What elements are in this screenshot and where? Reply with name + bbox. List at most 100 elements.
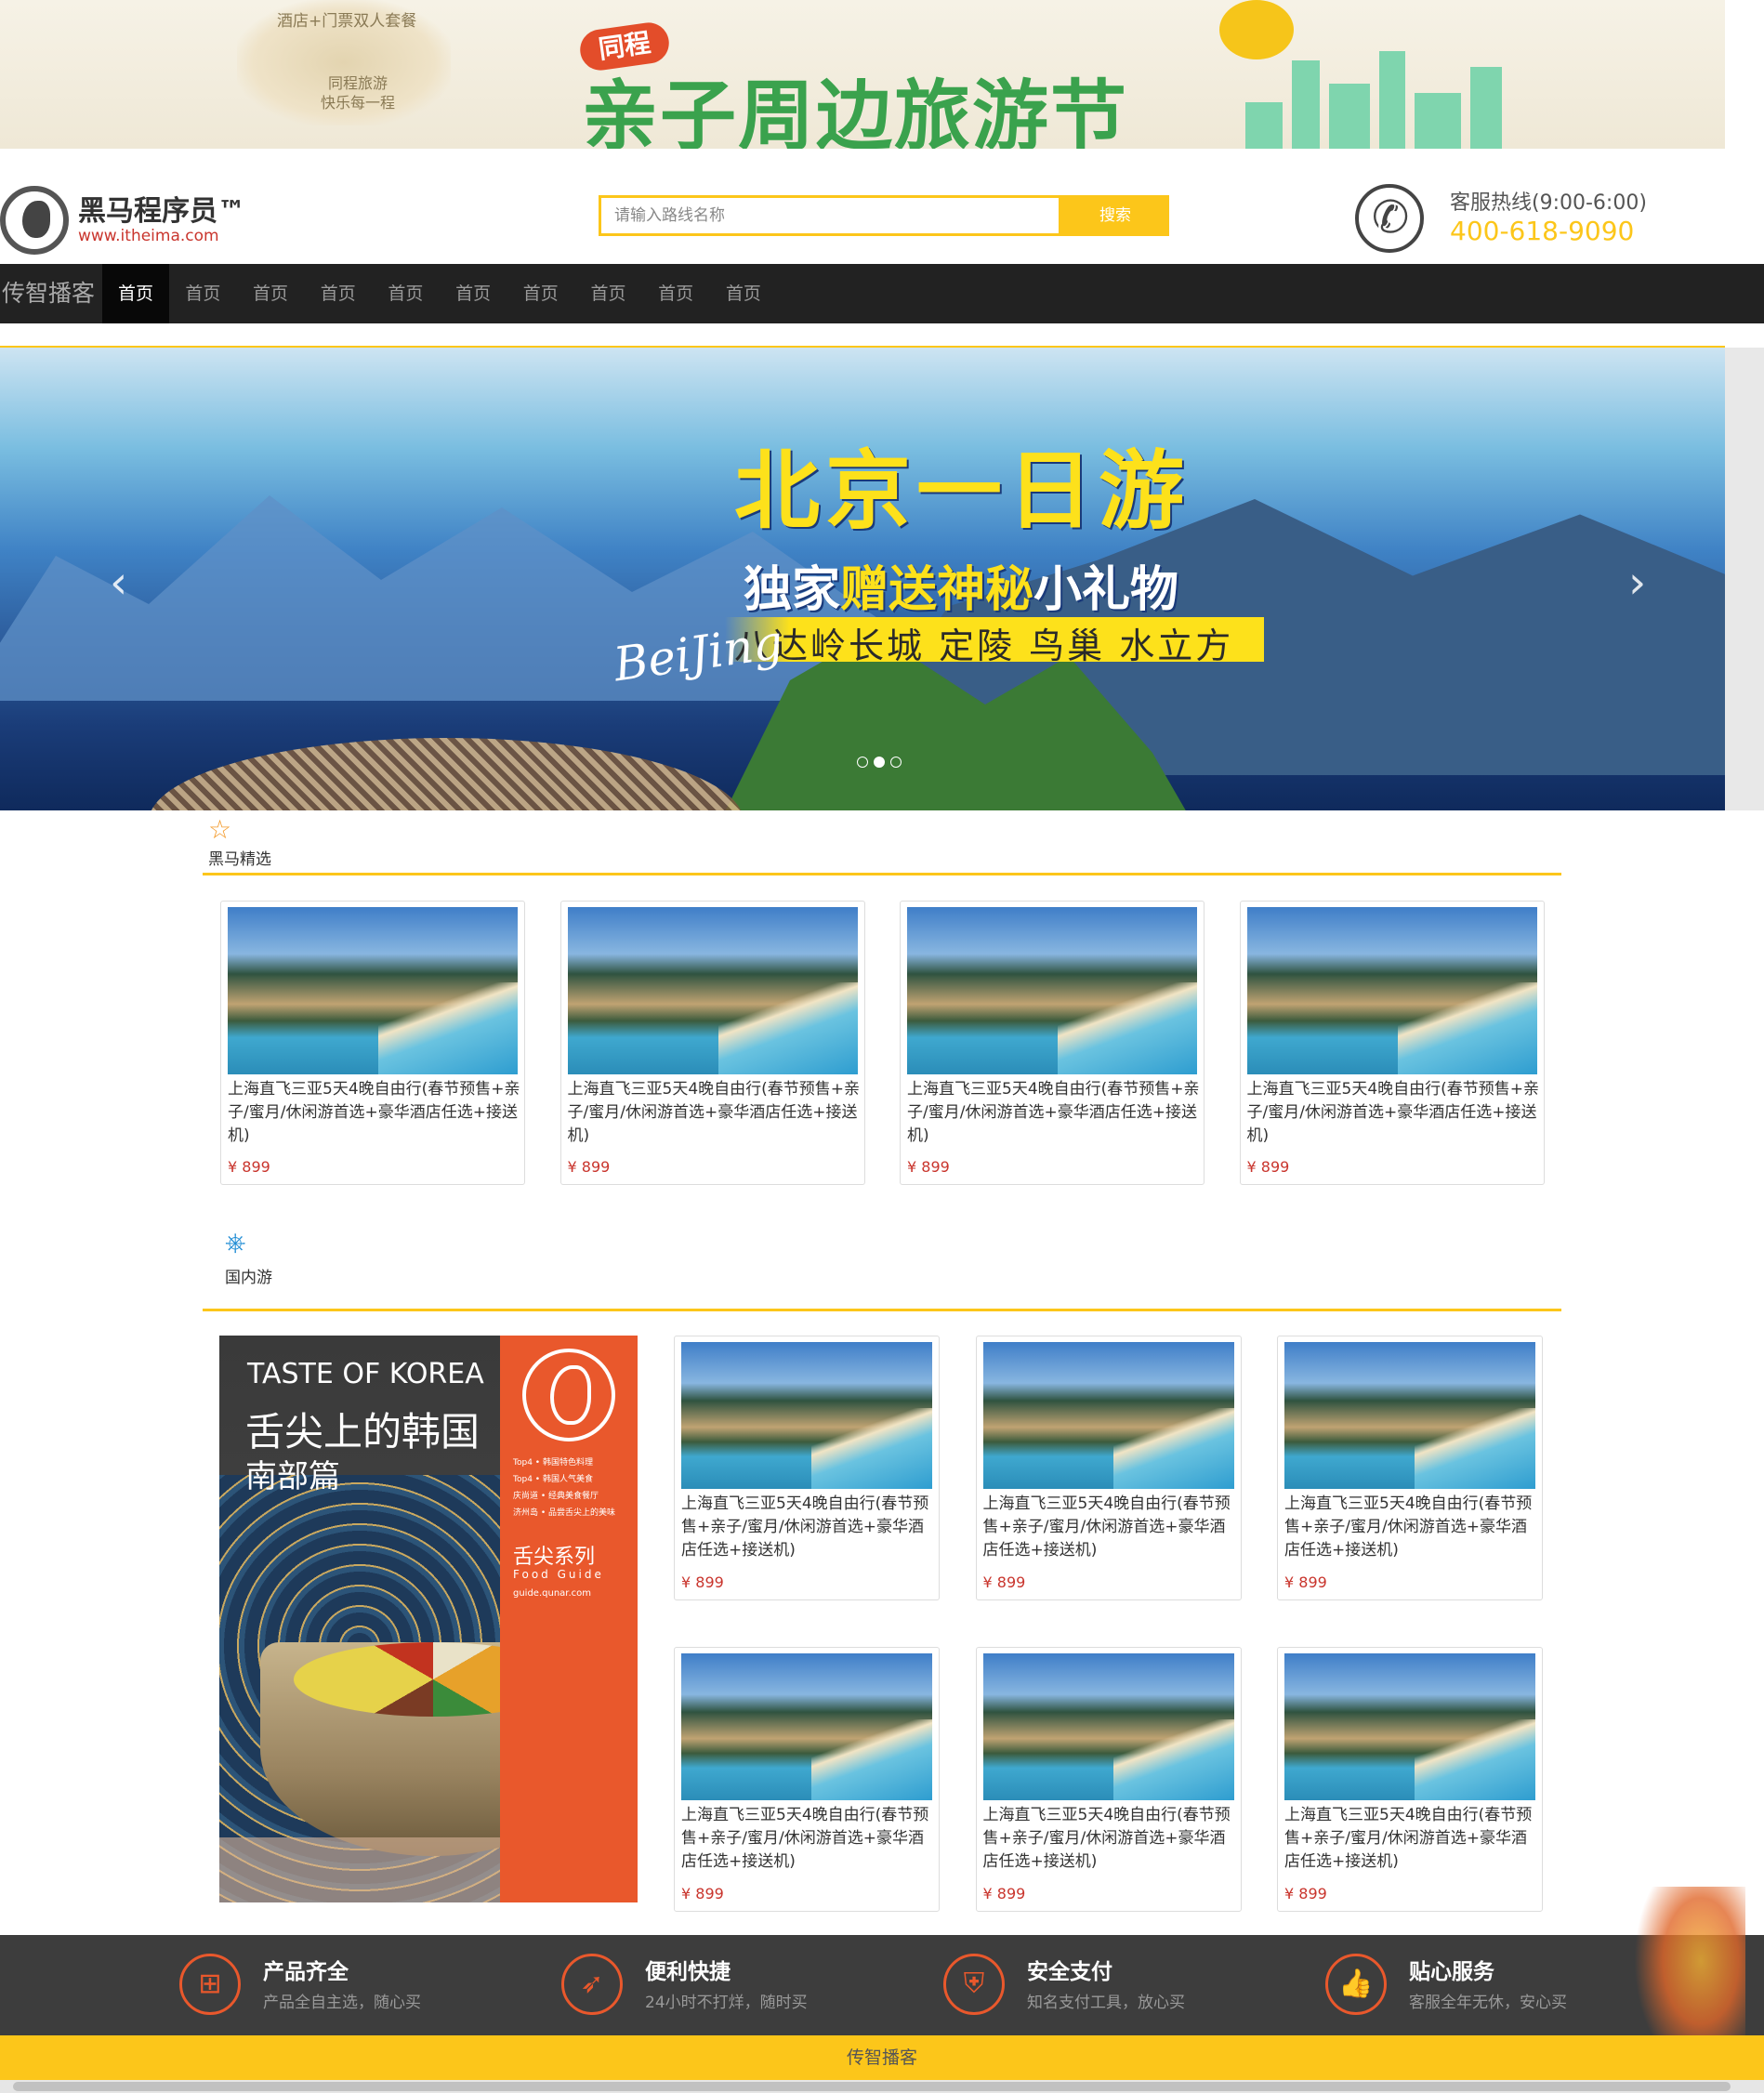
section-header-domestic: ⎈ 国内游	[203, 1223, 1561, 1311]
service-strip: ⊞ 产品齐全 产品全自主选，随心买 ➶ 便利快捷 24小时不打烊，随时买 ⛨ 安全支付 知名支付…	[0, 1935, 1764, 2035]
hero-subtitle-highlight: 赠送神秘	[840, 562, 1034, 618]
product-card[interactable]: 上海直飞三亚5天4晚自由行(春节预售+亲子/蜜月/休闲游首选+豪华酒店任选+接送…	[975, 1647, 1242, 1912]
nav-item[interactable]: 首页	[710, 264, 778, 323]
carousel-dot[interactable]	[857, 757, 868, 768]
feature-series: 舌尖系列	[513, 1546, 596, 1569]
product-card[interactable]: 上海直飞三亚5天4晚自由行(春节预售+亲子/蜜月/休闲游首选+豪华酒店任选+接送…	[975, 1336, 1242, 1600]
rocket-icon: ➶	[561, 1954, 623, 2015]
nav-menu: 首页 首页 首页 首页 首页 首页 首页 首页 首页 首页	[102, 264, 777, 323]
nav-item-home[interactable]: 首页	[102, 264, 169, 323]
product-card[interactable]: 上海直飞三亚5天4晚自由行(春节预售+亲子/蜜月/休闲游首选+豪华酒店任选+接送…	[900, 901, 1205, 1185]
search-input[interactable]	[599, 195, 1061, 236]
carousel-dot[interactable]	[874, 757, 885, 768]
nav-item[interactable]: 首页	[642, 264, 710, 323]
nav-item[interactable]: 首页	[372, 264, 440, 323]
hotline-label: 客服热线(9:00-6:00)	[1450, 191, 1647, 215]
product-card[interactable]: 上海直飞三亚5天4晚自由行(春节预售+亲子/蜜月/休闲游首选+豪华酒店任选+接送…	[1239, 901, 1545, 1185]
carousel-prev-arrow-icon[interactable]: ‹	[110, 557, 127, 609]
product-card[interactable]: 上海直飞三亚5天4晚自由行(春节预售+亲子/蜜月/休闲游首选+豪华酒店任选+接送…	[674, 1647, 940, 1912]
product-image[interactable]	[681, 1342, 932, 1489]
section-title-domestic: 国内游	[225, 1269, 272, 1287]
product-card[interactable]: 上海直飞三亚5天4晚自由行(春节预售+亲子/蜜月/休闲游首选+豪华酒店任选+接送…	[1277, 1647, 1543, 1912]
service-item: 👍 贴心服务 客服全年无休，安心买	[1325, 1935, 1604, 2035]
logo-text-en: www.itheima.com	[78, 227, 219, 245]
ferris-wheel-icon: ⎈	[225, 1227, 246, 1257]
nav-item[interactable]: 首页	[169, 264, 237, 323]
carousel-dot[interactable]	[890, 757, 902, 768]
hero-carousel[interactable]: 北京一日游 独家赠送神秘小礼物 八达岭长城 定陵 鸟巢 水立方 BeiJing …	[0, 348, 1725, 810]
product-price: ¥ 899	[907, 1158, 950, 1176]
star-icon: ☆	[208, 814, 232, 845]
product-card[interactable]: 上海直飞三亚5天4晚自由行(春节预售+亲子/蜜月/休闲游首选+豪华酒店任选+接送…	[559, 901, 865, 1185]
product-price: ¥ 899	[567, 1158, 611, 1176]
product-image[interactable]	[1284, 1342, 1535, 1489]
thumbs-up-icon: 👍	[1325, 1954, 1387, 2015]
product-image[interactable]	[1284, 1653, 1535, 1800]
hero-right-gutter	[1725, 348, 1764, 810]
service-title: 安全支付	[1027, 1960, 1112, 1984]
product-image[interactable]	[982, 1653, 1234, 1800]
product-name[interactable]: 上海直飞三亚5天4晚自由行(春节预售+亲子/蜜月/休闲游首选+豪华酒店任选+接送…	[228, 1078, 523, 1148]
hotline-number: 400-618-9090	[1450, 216, 1635, 246]
product-image[interactable]	[982, 1342, 1234, 1489]
nav-item[interactable]: 首页	[507, 264, 574, 323]
grid-icon: ⊞	[179, 1954, 241, 2015]
product-name[interactable]: 上海直飞三亚5天4晚自由行(春节预售+亲子/蜜月/休闲游首选+豪华酒店任选+接送…	[907, 1078, 1203, 1148]
product-name[interactable]: 上海直飞三亚5天4晚自由行(春节预售+亲子/蜜月/休闲游首选+豪华酒店任选+接送…	[1247, 1078, 1543, 1148]
service-desc: 24小时不打烊，随时买	[645, 1994, 808, 2012]
section-header-selected: ☆ 黑马精选	[203, 812, 1561, 875]
hero-places: 八达岭长城 定陵 鸟巢 水立方	[734, 625, 1234, 666]
product-image[interactable]	[567, 907, 858, 1074]
product-price: ¥ 899	[228, 1158, 270, 1176]
service-item: ➶ 便利快捷 24小时不打烊，随时买	[561, 1935, 840, 2035]
carousel-next-arrow-icon[interactable]: ›	[1628, 557, 1646, 609]
phone-icon	[1355, 184, 1424, 253]
site-logo[interactable]: 黑马程序员™ www.itheima.com	[0, 177, 251, 255]
hero-subtitle: 独家赠送神秘小礼物	[744, 550, 1178, 620]
nav-item[interactable]: 首页	[304, 264, 372, 323]
product-card[interactable]: 上海直飞三亚5天4晚自由行(春节预售+亲子/蜜月/休闲游首选+豪华酒店任选+接送…	[220, 901, 525, 1185]
service-desc: 知名支付工具，放心买	[1027, 1994, 1185, 2012]
product-name[interactable]: 上海直飞三亚5天4晚自由行(春节预售+亲子/蜜月/休闲游首选+豪华酒店任选+接送…	[681, 1804, 938, 1874]
city-skyline-icon	[1245, 48, 1506, 149]
search-button[interactable]: 搜索	[1061, 195, 1169, 236]
nav-item[interactable]: 首页	[237, 264, 305, 323]
product-image[interactable]	[907, 907, 1197, 1074]
section-title-selected: 黑马精选	[208, 850, 271, 869]
feature-food-guide: Food Guide	[513, 1568, 604, 1581]
scrollbar-thumb[interactable]	[13, 2082, 1731, 2091]
nav-brand[interactable]: 传智播客	[0, 264, 95, 323]
product-image[interactable]	[1246, 907, 1537, 1074]
footer: 传智播客	[0, 2035, 1764, 2080]
nav-item[interactable]: 首页	[440, 264, 507, 323]
promo-festival-title: 亲子周边旅游节	[582, 72, 1129, 149]
product-name[interactable]: 上海直飞三亚5天4晚自由行(春节预售+亲子/蜜月/休闲游首选+豪华酒店任选+接送…	[568, 1078, 863, 1148]
service-title: 便利快捷	[645, 1960, 731, 1984]
product-card[interactable]: 上海直飞三亚5天4晚自由行(春节预售+亲子/蜜月/休闲游首选+豪华酒店任选+接送…	[1277, 1336, 1543, 1600]
service-desc: 客服全年无休，安心买	[1409, 1994, 1567, 2012]
product-price: ¥ 899	[1246, 1158, 1290, 1176]
hero-subtitle-prefix: 独家	[744, 562, 841, 618]
product-name[interactable]: 上海直飞三亚5天4晚自由行(春节预售+亲子/蜜月/休闲游首选+豪华酒店任选+接送…	[983, 1493, 1240, 1562]
feature-top-list: Top4 • 韩国特色料理 Top4 • 韩国人气美食 庆尚道 • 经典美食餐厅…	[513, 1458, 616, 1518]
horizontal-scrollbar[interactable]	[0, 2080, 1764, 2093]
product-name[interactable]: 上海直飞三亚5天4晚自由行(春节预售+亲子/蜜月/休闲游首选+豪华酒店任选+接送…	[1284, 1493, 1541, 1562]
feature-title-cn: 舌尖上的韩国	[245, 1409, 480, 1455]
product-price: ¥ 899	[1284, 1885, 1327, 1902]
hero-title: 北京一日游	[734, 441, 1191, 541]
feature-subtitle: 南部篇	[245, 1458, 340, 1495]
product-price: ¥ 899	[681, 1885, 724, 1902]
product-image[interactable]	[228, 907, 518, 1074]
promo-banner[interactable]: 酒店+门票双人套餐 同程旅游 快乐每一程 亲子周边旅游节 同程	[0, 0, 1725, 149]
product-image[interactable]	[681, 1653, 932, 1800]
horse-logo-icon	[522, 1349, 615, 1441]
service-item: ⊞ 产品齐全 产品全自主选，随心买	[179, 1935, 458, 2035]
product-card[interactable]: 上海直飞三亚5天4晚自由行(春节预售+亲子/蜜月/休闲游首选+豪华酒店任选+接送…	[674, 1336, 940, 1600]
product-name[interactable]: 上海直飞三亚5天4晚自由行(春节预售+亲子/蜜月/休闲游首选+豪华酒店任选+接送…	[1284, 1804, 1541, 1874]
product-name[interactable]: 上海直飞三亚5天4晚自由行(春节预售+亲子/蜜月/休闲游首选+豪华酒店任选+接送…	[681, 1493, 938, 1562]
product-name[interactable]: 上海直飞三亚5天4晚自由行(春节预售+亲子/蜜月/休闲游首选+豪华酒店任选+接送…	[983, 1804, 1240, 1874]
nav-item[interactable]: 首页	[574, 264, 642, 323]
feature-banner-korea[interactable]: Top4 • 韩国特色料理 Top4 • 韩国人气美食 庆尚道 • 经典美食餐厅…	[219, 1336, 638, 1902]
birds-nest-stadium-image	[149, 738, 744, 810]
product-price: ¥ 899	[982, 1885, 1026, 1902]
